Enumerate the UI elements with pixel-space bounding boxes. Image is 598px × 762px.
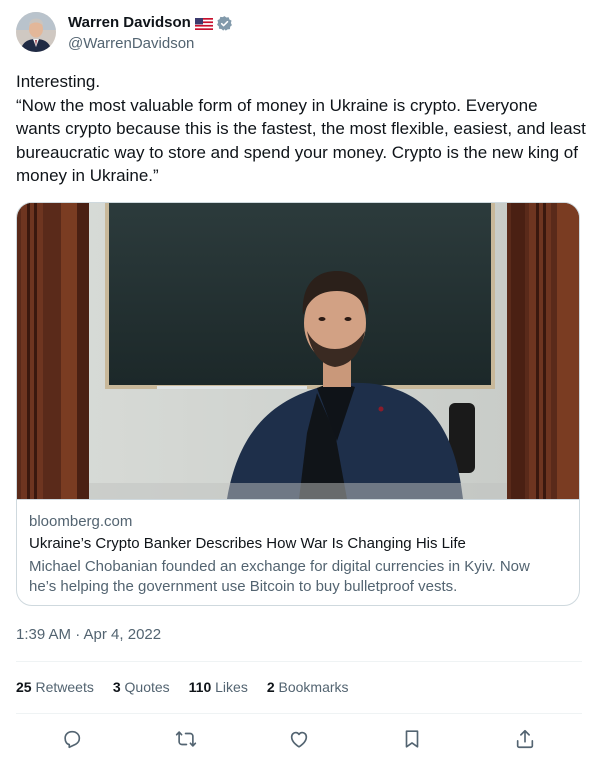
bookmarks-stat[interactable]: 2 Bookmarks	[267, 679, 349, 695]
quotes-count: 3	[112, 679, 121, 695]
quotes-label: Quotes	[124, 679, 170, 695]
us-flag-icon	[194, 17, 213, 30]
like-button[interactable]	[284, 724, 314, 754]
likes-label: Likes	[215, 679, 248, 695]
likes-stat[interactable]: 110 Likes	[189, 679, 248, 695]
retweet-button[interactable]	[171, 724, 201, 754]
link-preview-meta[interactable]: bloomberg.com Ukraine’s Crypto Banker De…	[17, 499, 579, 605]
like-icon	[290, 731, 308, 748]
tweet-timestamp[interactable]: 1:39 AM · Apr 4, 2022	[16, 626, 161, 643]
author-name[interactable]: Warren Davidson	[68, 13, 191, 33]
link-title: Ukraine’s Crypto Banker Describes How Wa…	[29, 535, 466, 552]
quotes-stat[interactable]: 3 Quotes	[113, 679, 170, 695]
link-description: Michael Chobanian founded an exchange fo…	[29, 558, 530, 595]
likes-count: 110	[188, 679, 212, 695]
bookmark-icon	[405, 730, 419, 748]
bookmarks-label: Bookmarks	[278, 679, 349, 695]
link-preview-image[interactable]	[17, 203, 579, 499]
tweet-text-line: Interesting.	[16, 72, 101, 91]
verified-badge-icon[interactable]	[216, 15, 233, 32]
retweet-icon	[175, 731, 197, 747]
tweet-header: Warren Davidson @WarrenDavidson	[16, 12, 233, 54]
reply-icon	[64, 730, 81, 749]
author-handle[interactable]: @WarrenDavidson	[68, 34, 233, 54]
divider	[16, 713, 582, 714]
action-bar	[16, 724, 582, 754]
tweet-text-quote: “Now the most valuable form of money in …	[16, 95, 586, 186]
retweets-count: 25	[16, 679, 32, 695]
share-button[interactable]	[510, 724, 540, 754]
share-icon	[516, 729, 534, 749]
retweets-label: Retweets	[35, 679, 94, 695]
link-domain: bloomberg.com	[29, 513, 133, 530]
retweets-stat[interactable]: 25 Retweets	[16, 679, 94, 695]
link-preview-card[interactable]: bloomberg.com Ukraine’s Crypto Banker De…	[16, 202, 580, 606]
tweet-text: Interesting. “Now the most valuable form…	[16, 70, 586, 188]
divider	[16, 661, 582, 662]
engagement-stats: 25 Retweets 3 Quotes 110 Likes 2 Bookmar…	[16, 679, 368, 695]
author-avatar[interactable]	[16, 12, 56, 52]
reply-button[interactable]	[57, 724, 87, 754]
bookmark-button[interactable]	[397, 724, 427, 754]
bookmarks-count: 2	[266, 679, 275, 695]
